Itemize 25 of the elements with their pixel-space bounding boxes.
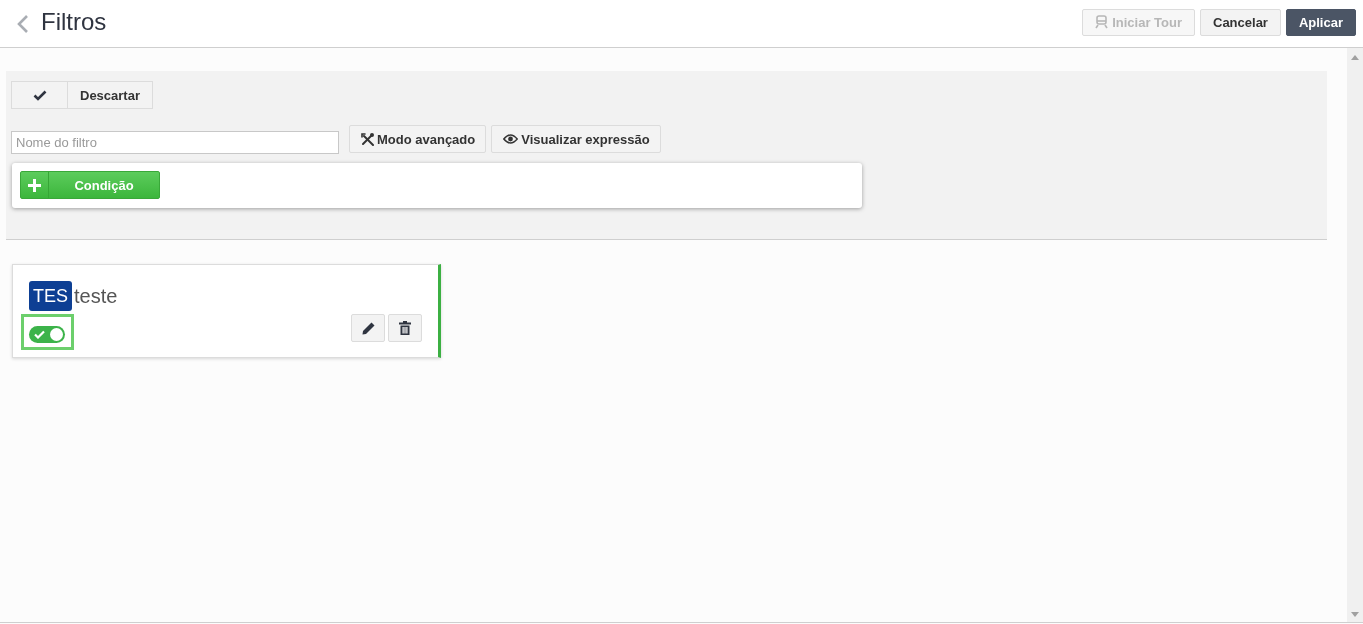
pencil-icon <box>361 321 375 335</box>
confirm-button[interactable] <box>11 81 68 109</box>
scroll-down-icon[interactable] <box>1351 612 1359 617</box>
discard-button[interactable]: Descartar <box>68 81 153 109</box>
advanced-mode-button[interactable]: Modo avançado <box>349 125 487 153</box>
trash-icon <box>399 321 411 335</box>
filter-name-field[interactable]: Nome do filtro <box>11 131 339 154</box>
toggle-switch[interactable] <box>29 326 65 343</box>
scrollbar[interactable] <box>1347 48 1363 622</box>
tools-icon <box>361 132 374 146</box>
filter-name: teste <box>74 284 118 308</box>
check-icon <box>34 330 45 339</box>
plus-icon <box>28 178 41 192</box>
cancel-button[interactable]: Cancelar <box>1200 8 1281 36</box>
eye-icon <box>503 134 519 144</box>
check-icon <box>32 89 47 101</box>
delete-button[interactable] <box>388 314 422 342</box>
train-icon <box>1095 15 1109 29</box>
filter-tag: TES <box>29 281 72 311</box>
back-icon[interactable] <box>16 14 30 34</box>
apply-button[interactable]: Aplicar <box>1285 8 1356 36</box>
scroll-up-icon[interactable] <box>1351 55 1359 60</box>
page-title: Filtros <box>41 7 108 36</box>
edit-button[interactable] <box>351 314 385 342</box>
view-expression-button[interactable]: Visualizar expressão <box>491 125 661 153</box>
